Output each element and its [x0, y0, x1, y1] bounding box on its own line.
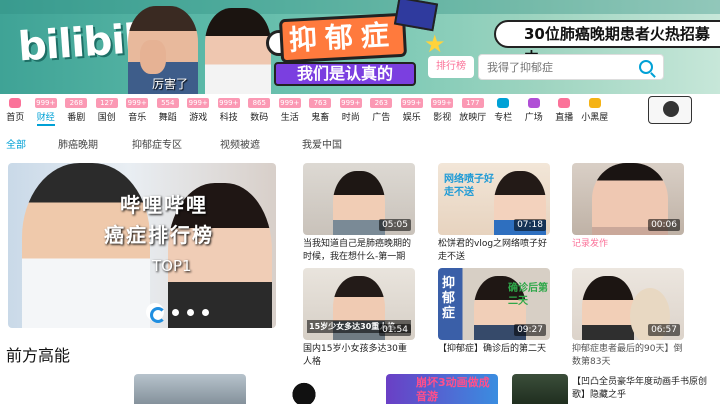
category-finance[interactable]: 999+ 财经 — [31, 94, 62, 126]
category-music[interactable]: 999+ 音乐 — [122, 94, 153, 126]
search-icon[interactable] — [639, 60, 653, 74]
category-film[interactable]: 999+ 影视 — [427, 94, 458, 126]
video-thumbnail[interactable]: 崩坏3动画做成音游 — [386, 374, 498, 404]
search-box[interactable] — [478, 54, 664, 80]
campaign-subtitle: 我们是认真的 — [274, 62, 416, 86]
video-card[interactable]: 15岁少女多达30重人格 01:54 国内15岁小女孩多达30重人格 — [303, 268, 415, 371]
category-live[interactable]: 直播 — [549, 94, 580, 126]
category-kichiku[interactable]: 763 鬼畜 — [305, 94, 336, 126]
category-tech[interactable]: 999+ 科技 — [214, 94, 245, 126]
category-column[interactable]: 专栏 — [488, 94, 519, 126]
header-banner: bilibili 厉害了 抑郁症 我们是认真的 ★ 30位肺癌晚期患者火热招募中… — [0, 0, 720, 94]
thumbnail-overlay-right: 确诊后第二天 — [508, 283, 548, 307]
video-thumbnail[interactable] — [134, 374, 246, 404]
subtab-lung-cancer[interactable]: 肺癌晚期 — [58, 136, 98, 151]
thumbnail-person — [582, 276, 634, 340]
video-thumbnail[interactable]: 网络喷子好走不送 07:18 — [438, 163, 550, 235]
video-duration: 09:27 — [514, 324, 546, 336]
video-title[interactable]: 国内15岁小女孩多达30重人格 — [303, 343, 415, 371]
video-card[interactable]: 00:06 记录发作 — [572, 163, 684, 266]
thumbnail-overlay-text: 网络喷子好走不送 — [444, 174, 494, 198]
video-thumbnail[interactable]: 15岁少女多达30重人格 01:54 — [303, 268, 415, 340]
video-card[interactable]: 抑郁症 确诊后第二天 09:27 【抑郁症】确诊后的第二天 — [438, 268, 550, 371]
carousel-title-line3: TOP1 — [152, 257, 192, 275]
video-title[interactable]: 当我知道自己是肺癌晚期的时候，我在想什么-第一期 — [303, 238, 415, 266]
blackroom-icon — [588, 98, 601, 108]
category-home[interactable]: 首页 — [0, 94, 31, 126]
subtab-depression[interactable]: 抑郁症专区 — [132, 136, 182, 151]
video-duration: 06:57 — [648, 324, 680, 336]
banner-person-woman — [205, 8, 271, 94]
video-card[interactable]: 网络喷子好走不送 07:18 松饼君的vlog之网络喷子好走不送 — [438, 163, 550, 266]
video-duration: 00:06 — [648, 219, 680, 231]
square-icon — [527, 98, 540, 108]
thumbnail-overlay-text: 崩坏3动画做成音游 — [416, 376, 490, 403]
search-input[interactable] — [479, 55, 629, 79]
category-game[interactable]: 999+ 游戏 — [183, 94, 214, 126]
video-thumbnail[interactable]: 06:57 — [572, 268, 684, 340]
column-icon — [497, 98, 510, 108]
category-entertainment[interactable]: 999+ 娱乐 — [397, 94, 428, 126]
category-bangumi[interactable]: 268 番剧 — [61, 94, 92, 126]
video-title[interactable]: 【凹凸全员豪华年度动画手书原创歌】隐藏之乎 — [572, 376, 714, 402]
subtab-all[interactable]: 全部 — [6, 136, 26, 151]
carousel-indicators — [146, 303, 209, 323]
carousel-dot[interactable] — [172, 308, 179, 316]
video-card[interactable]: 05:05 当我知道自己是肺癌晚期的时候，我在想什么-第一期 — [303, 163, 415, 266]
featured-carousel[interactable]: 哔哩哔哩 癌症排行榜 TOP1 — [8, 163, 276, 328]
category-fashion[interactable]: 999+ 时尚 — [336, 94, 367, 126]
category-guochuang[interactable]: 127 国创 — [92, 94, 123, 126]
category-theater[interactable]: 177 放映厅 — [458, 94, 489, 126]
star-icon: ★ — [424, 30, 446, 58]
thumbs-up-hand — [140, 40, 166, 74]
video-thumbnail[interactable]: 00:06 — [572, 163, 684, 235]
video-thumbnail[interactable]: 05:05 — [303, 163, 415, 235]
category-digital[interactable]: 865 数码 — [244, 94, 275, 126]
carousel-dot[interactable] — [202, 308, 209, 316]
video-card[interactable]: 06:57 抑郁症患者最后的90天】倒数第83天 — [572, 268, 684, 371]
video-title[interactable]: 记录发作 — [572, 238, 684, 266]
video-thumbnail[interactable] — [284, 374, 324, 404]
video-duration: 05:05 — [379, 219, 411, 231]
category-life[interactable]: 999+ 生活 — [275, 94, 306, 126]
carousel-title-line2: 癌症排行榜 — [104, 223, 214, 247]
mascot-icon[interactable] — [648, 96, 692, 124]
carousel-active-indicator-icon[interactable] — [146, 303, 166, 323]
category-ads[interactable]: 263 广告 — [366, 94, 397, 126]
video-duration: 01:54 — [379, 324, 411, 336]
video-duration: 07:18 — [514, 219, 546, 231]
video-title[interactable]: 松饼君的vlog之网络喷子好走不送 — [438, 238, 550, 266]
banner-caption: 厉害了 — [152, 77, 189, 91]
video-thumbnail[interactable] — [512, 374, 568, 404]
video-title[interactable]: 抑郁症患者最后的90天】倒数第83天 — [572, 343, 684, 371]
carousel-title-line1: 哔哩哔哩 — [120, 193, 208, 217]
subtab-bar: 全部 肺癌晚期 抑郁症专区 视频被遮 我爱中国 — [0, 136, 720, 152]
category-blackroom[interactable]: 小黑屋 — [580, 94, 611, 126]
category-square[interactable]: 广场 — [519, 94, 550, 126]
subtab-video-covered[interactable]: 视频被遮 — [220, 136, 260, 151]
campaign-title: 抑郁症 — [278, 12, 408, 64]
promo-notice[interactable]: 30位肺癌晚期患者火热招募中 — [494, 20, 720, 67]
ranking-button[interactable]: 排行榜 — [428, 56, 474, 78]
home-icon — [9, 98, 22, 108]
thumbnail-person — [333, 171, 385, 235]
video-title[interactable]: 【抑郁症】确诊后的第二天 — [438, 343, 550, 371]
carousel-dot[interactable] — [187, 308, 194, 316]
category-dance[interactable]: 554 舞蹈 — [153, 94, 184, 126]
subtab-love-china[interactable]: 我爱中国 — [302, 136, 342, 151]
section-title[interactable]: 前方高能 — [6, 342, 70, 366]
video-thumbnail[interactable]: 抑郁症 确诊后第二天 09:27 — [438, 268, 550, 340]
category-nav: 首页 999+ 财经 268 番剧 127 国创 999+ 音乐 554 舞蹈 999+ 游… — [0, 94, 720, 126]
thumbnail-overlay-left: 抑郁症 — [442, 276, 456, 321]
live-icon — [558, 98, 571, 108]
